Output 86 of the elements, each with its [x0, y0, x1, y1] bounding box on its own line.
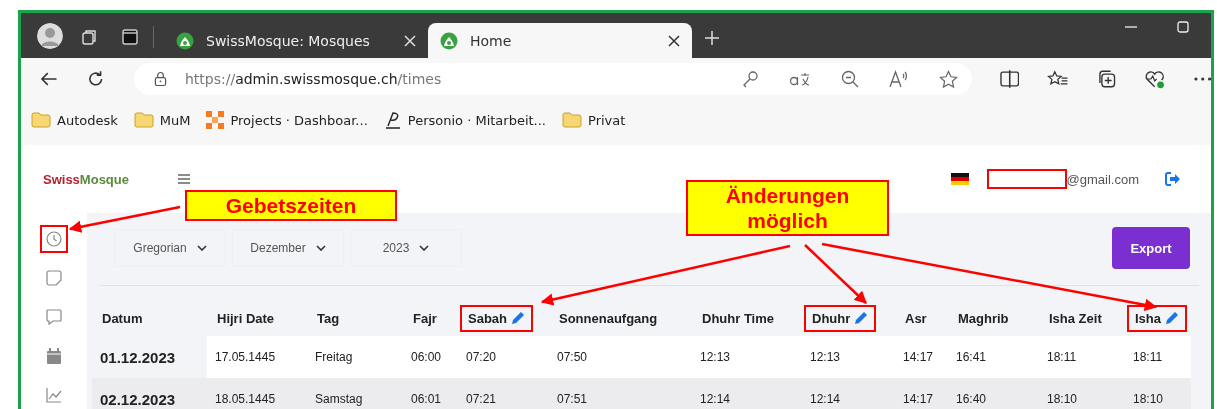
column-header: Dhuhr Time: [701, 309, 775, 328]
grid-logo-icon: [206, 111, 225, 129]
chevron-down-icon: [196, 245, 207, 251]
table-cell: 12:13: [810, 350, 841, 364]
favorites-icon[interactable]: [1047, 70, 1069, 88]
bookmark[interactable]: MuM: [133, 112, 191, 128]
workspaces-icon[interactable]: [81, 28, 99, 46]
table-cell: 12:14: [700, 392, 731, 406]
table-cell: Samstag: [315, 392, 363, 406]
more-icon[interactable]: [1193, 77, 1211, 81]
mosque-favicon-icon: [440, 31, 458, 50]
logout-icon[interactable]: [1165, 172, 1181, 186]
table-cell: 18:10: [1047, 392, 1078, 406]
table-cell: 18.05.1445: [215, 392, 276, 406]
pencil-icon[interactable]: [1165, 311, 1179, 325]
address-bar[interactable]: https://admin.swissmosque.ch/times: [133, 63, 972, 95]
table-cell: 14:17: [903, 392, 934, 406]
bookmark[interactable]: Autodesk: [31, 112, 118, 128]
column-header: Maghrib: [957, 309, 1010, 328]
folder-icon: [31, 112, 51, 128]
table-cell: 16:40: [956, 392, 987, 406]
menu-icon[interactable]: [177, 173, 191, 185]
bookmark[interactable]: Projects · Dashboar...: [206, 111, 368, 129]
pencil-icon[interactable]: [511, 311, 525, 325]
table-cell: 17.05.1445: [215, 350, 276, 364]
bookmark[interactable]: Personio · Mitarbeit...: [383, 111, 546, 129]
zoom-out-icon[interactable]: [840, 70, 859, 88]
chevron-down-icon: [315, 245, 326, 251]
bookmark[interactable]: Privat: [562, 112, 626, 128]
table-cell: Freitag: [315, 350, 353, 364]
annotation-callout: Gebetszeiten: [185, 190, 397, 221]
maximize-icon[interactable]: [1177, 21, 1189, 33]
table-cell: 06:01: [411, 392, 442, 406]
column-header: Fajr: [412, 309, 438, 328]
column-header: Isha: [1127, 304, 1187, 332]
split-screen-icon[interactable]: [999, 70, 1020, 88]
folder-icon: [133, 112, 154, 128]
folder-icon: [562, 112, 582, 128]
favorite-star-icon[interactable]: [938, 69, 958, 89]
table-cell: 07:21: [466, 392, 497, 406]
browser-essentials-icon[interactable]: [1144, 69, 1166, 89]
table-cell: 06:00: [411, 350, 442, 364]
read-aloud-icon[interactable]: [888, 70, 909, 88]
dropdown[interactable]: Dezember: [232, 229, 344, 267]
table-cell: 07:50: [557, 350, 588, 364]
export-button[interactable]: Export: [1112, 227, 1190, 269]
dropdown[interactable]: Gregorian: [114, 229, 226, 267]
table-cell: 01.12.2023: [100, 348, 176, 366]
column-header: Sonnenaufgang: [558, 309, 659, 328]
column-header: Sabah: [460, 304, 533, 332]
table-cell: 18:10: [1133, 392, 1164, 406]
collections-icon[interactable]: [1096, 69, 1117, 89]
column-header: Datum: [101, 309, 144, 328]
mosque-favicon-icon: [176, 31, 194, 50]
table-cell: 12:13: [700, 350, 731, 364]
table-cell: 16:41: [956, 350, 987, 364]
table-cell: 18:11: [1047, 350, 1077, 364]
table-cell: 07:51: [557, 392, 588, 406]
chevron-down-icon: [419, 245, 430, 251]
user-email: @gmail.com: [1066, 171, 1139, 187]
table-cell: 07:20: [466, 350, 497, 364]
dropdown[interactable]: 2023: [350, 229, 462, 267]
column-header: Isha Zeit: [1048, 309, 1103, 328]
german-flag-icon[interactable]: [950, 173, 969, 185]
browser-tab[interactable]: SwissMosque: Mosques: [164, 23, 428, 58]
table-cell: 02.12.2023: [100, 390, 176, 408]
column-header: Asr: [904, 309, 928, 328]
new-tab-icon[interactable]: [704, 30, 720, 46]
profile-avatar[interactable]: [37, 23, 63, 49]
table-cell: 12:14: [810, 392, 841, 406]
browser-tab[interactable]: Home: [428, 23, 692, 58]
pencil-icon[interactable]: [854, 311, 869, 325]
table-cell: 14:17: [903, 350, 934, 364]
url-text: https://admin.swissmosque.ch/times: [184, 71, 442, 87]
signature-logo-icon: [383, 111, 402, 129]
swissmosque-logo[interactable]: SwissMosque: [43, 171, 129, 187]
column-header: Hijri Date: [216, 309, 276, 328]
vertical-tabs-icon[interactable]: [121, 28, 139, 46]
annotation-callout: Änderungen möglich: [686, 180, 889, 236]
translate-icon[interactable]: [788, 71, 811, 87]
close-tab-icon[interactable]: [668, 34, 680, 47]
column-header: Dhuhr: [804, 304, 877, 332]
clock-icon[interactable]: [40, 225, 68, 253]
table-cell: 18:11: [1133, 350, 1163, 364]
lock-icon: [153, 71, 167, 87]
column-header: Tag: [316, 309, 341, 328]
